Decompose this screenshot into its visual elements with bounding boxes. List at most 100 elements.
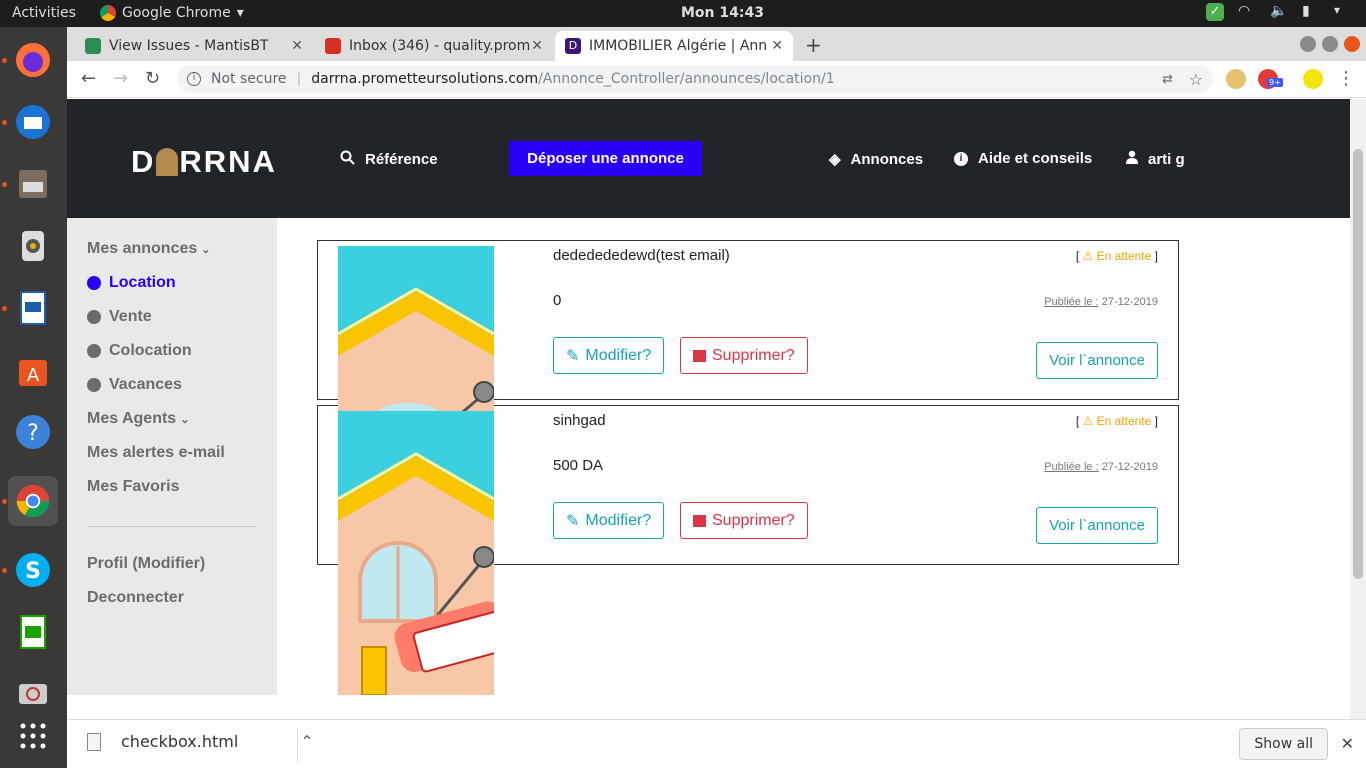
firefox-icon[interactable] (8, 35, 58, 85)
sidebar-label: Vacances (109, 376, 182, 393)
deposer-annonce-button[interactable]: Déposer une annonce (509, 141, 702, 176)
wifi-icon[interactable]: ◠ (1238, 3, 1256, 21)
files-icon[interactable] (8, 159, 58, 209)
sidebar-favoris[interactable]: Mes Favoris (87, 478, 179, 496)
extension-badge-icon[interactable]: 9+ (1258, 69, 1283, 89)
activities-button[interactable]: Activities (12, 5, 76, 21)
tab-immobilier[interactable]: D IMMOBILIER Algérie | Ann ✕ (555, 31, 793, 61)
chrome-window: View Issues - MantisBT ✕ Inbox (346) - q… (67, 27, 1366, 768)
archive-icon (693, 514, 706, 527)
sidebar-mes-agents[interactable]: Mes Agents ⌄ (87, 410, 189, 428)
downloads-bar: checkbox.html ⌃ Show all ✕ (67, 719, 1366, 768)
maximize-icon[interactable] (1322, 36, 1338, 52)
new-tab-button[interactable]: + (805, 33, 822, 57)
show-all-button[interactable]: Show all (1239, 728, 1328, 760)
nav-reference-label: Référence (365, 151, 438, 168)
account-sidebar: Mes annonces ⌄ Location Vente Colocation… (67, 218, 277, 695)
battery-icon[interactable]: ▮ (1302, 3, 1320, 21)
download-item[interactable]: checkbox.html ⌃ (87, 732, 314, 751)
nav-annonces[interactable]: ◈ Annonces (829, 150, 923, 169)
close-icon[interactable]: ✕ (531, 38, 543, 54)
power-menu-icon[interactable]: ▾ (1334, 3, 1352, 21)
chevron-up-icon[interactable]: ⌃ (300, 732, 313, 751)
app-menu[interactable]: Google Chrome ▾ (100, 5, 244, 21)
close-icon[interactable]: ✕ (291, 38, 303, 54)
close-icon[interactable]: ✕ (1341, 734, 1354, 753)
libreoffice-calc-icon[interactable] (8, 607, 58, 657)
status-badge: [ ⚠ En attente ] (1075, 249, 1158, 263)
chrome-dock-icon[interactable] (8, 476, 58, 526)
system-tray[interactable]: ✓ ◠ 🔈 ▮ ▾ (1206, 3, 1352, 21)
modifier-label: Modifier? (585, 346, 652, 364)
sidebar-vente[interactable]: Vente (87, 308, 152, 326)
libreoffice-writer-icon[interactable] (8, 283, 58, 333)
minimize-icon[interactable] (1300, 36, 1316, 52)
menu-kebab-icon[interactable]: ⋮ (1337, 68, 1355, 89)
help-icon[interactable]: ? (8, 407, 58, 457)
modifier-button[interactable]: ✎ Modifier? (553, 502, 665, 539)
listing-title[interactable]: sinhgad (553, 412, 606, 429)
reload-icon[interactable]: ↻ (145, 68, 160, 89)
bookmark-star-icon[interactable]: ☆ (1189, 70, 1203, 89)
darrna-logo[interactable]: D RRNA (131, 144, 277, 180)
running-indicator (2, 182, 7, 187)
voir-annonce-button[interactable]: Voir l`annonce (1036, 507, 1158, 544)
sidebar-deconnecter[interactable]: Deconnecter (87, 589, 184, 607)
volume-icon[interactable]: 🔈 (1270, 3, 1288, 21)
status-badge: [ ⚠ En attente ] (1075, 414, 1158, 428)
info-icon[interactable]: i (187, 72, 201, 86)
sidebar-colocation[interactable]: Colocation (87, 342, 192, 360)
status-text: En attente (1096, 414, 1152, 428)
listing-image-house[interactable] (338, 246, 494, 411)
listing-image-house[interactable] (338, 411, 494, 695)
tag-icon: ◈ (829, 151, 841, 168)
tab-title: IMMOBILIER Algérie | Ann (589, 38, 768, 54)
tab-title: Inbox (346) - quality.prom (349, 38, 531, 54)
sidebar-profil[interactable]: Profil (Modifier) (87, 555, 205, 573)
extension-p-icon[interactable] (1303, 69, 1323, 89)
address-bar[interactable]: i Not secure | darrna.prometteursolution… (177, 65, 1213, 93)
mantis-favicon-icon (85, 38, 101, 54)
sidebar-alertes[interactable]: Mes alertes e-mail (87, 444, 225, 462)
nav-aide-label: Aide et conseils (978, 150, 1093, 167)
supprimer-button[interactable]: Supprimer? (680, 502, 808, 539)
listing-title[interactable]: dededededewd(test email) (553, 247, 730, 264)
nav-reference[interactable]: Référence (340, 150, 438, 169)
translate-icon[interactable]: ⇄ (1162, 72, 1173, 87)
edit-icon: ✎ (566, 512, 580, 530)
software-center-icon[interactable]: A (8, 345, 58, 395)
rhythmbox-icon[interactable] (8, 221, 58, 271)
sidebar-location[interactable]: Location (87, 274, 176, 292)
modifier-button[interactable]: ✎ Modifier? (553, 337, 665, 374)
web-page: D RRNA Référence Déposer une annonce ◈ An… (67, 99, 1350, 695)
close-icon[interactable]: ✕ (771, 38, 783, 54)
svg-text:A: A (27, 365, 40, 386)
search-icon (340, 150, 355, 169)
info-circle-icon: i (954, 151, 968, 166)
scrollbar-thumb[interactable] (1353, 149, 1363, 579)
extension-cookie-icon[interactable] (1226, 69, 1246, 89)
thunderbird-icon[interactable] (8, 97, 58, 147)
page-scrollbar[interactable] (1350, 99, 1366, 719)
voir-annonce-button[interactable]: Voir l`annonce (1036, 342, 1158, 379)
darrna-favicon-icon: D (565, 38, 581, 54)
nav-user[interactable]: arti g (1126, 150, 1185, 168)
forward-arrow-icon[interactable]: → (113, 68, 128, 89)
sidebar-mes-annonces[interactable]: Mes annonces ⌄ (87, 240, 210, 258)
tab-gmail[interactable]: Inbox (346) - quality.prom ✕ (315, 31, 553, 61)
separator: | (296, 71, 302, 87)
show-applications-icon[interactable] (8, 711, 58, 761)
supprimer-button[interactable]: Supprimer? (680, 337, 808, 374)
bullet-icon (87, 276, 101, 290)
skype-icon[interactable]: S (8, 545, 58, 595)
close-window-icon[interactable] (1344, 36, 1360, 52)
tab-mantis[interactable]: View Issues - MantisBT ✕ (75, 31, 313, 61)
update-check-icon[interactable]: ✓ (1206, 3, 1224, 21)
nav-aide[interactable]: i Aide et conseils (954, 150, 1092, 167)
clock[interactable]: Mon 14:43 (681, 5, 764, 21)
archive-icon (693, 349, 706, 362)
supprimer-label: Supprimer? (712, 346, 795, 364)
bullet-icon (87, 378, 101, 392)
sidebar-vacances[interactable]: Vacances (87, 376, 182, 394)
back-arrow-icon[interactable]: ← (81, 68, 96, 89)
